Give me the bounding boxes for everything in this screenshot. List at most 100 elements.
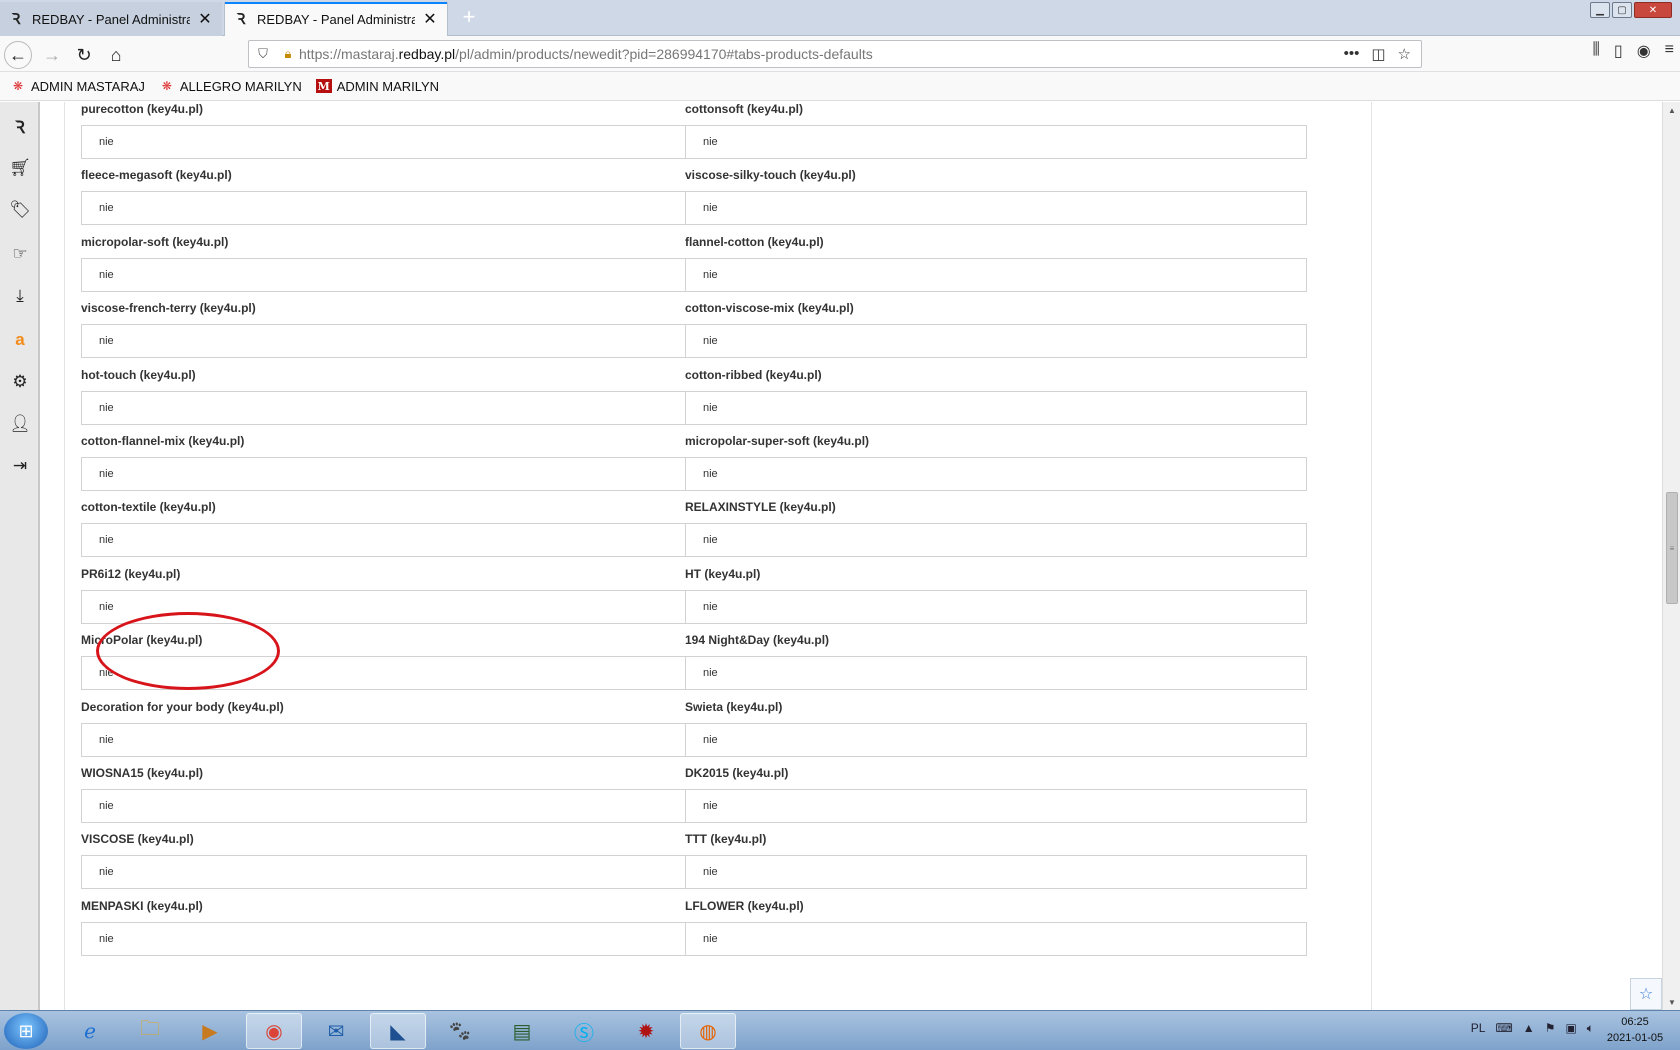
tab-redbay-1[interactable]: Ꝛ REDBAY - Panel Administracyjny ✕ xyxy=(0,2,222,36)
tab-title: REDBAY - Panel Administracyjny xyxy=(257,11,415,27)
close-icon[interactable]: ✕ xyxy=(196,10,214,28)
field-select[interactable]: nie xyxy=(685,125,1307,159)
attribute-field: viscose-silky-touch (key4u.pl) nie xyxy=(685,168,1307,225)
menu-icon[interactable]: ≡ xyxy=(1665,41,1674,61)
tray-arrow-icon[interactable]: ▲ xyxy=(1523,1021,1535,1036)
tags-icon[interactable]: 🏷︎ xyxy=(8,198,32,222)
bookmark-admin-mastaraj[interactable]: ❋ ADMIN MASTARAJ xyxy=(10,79,145,94)
attribute-field: hot-touch (key4u.pl) nie xyxy=(81,368,703,425)
library-icon[interactable]: ⫼ xyxy=(1593,41,1600,61)
field-select[interactable]: nie xyxy=(685,191,1307,225)
sign-out-icon[interactable]: ⇥ xyxy=(8,454,32,478)
field-select[interactable]: nie xyxy=(81,191,703,225)
clock[interactable]: 06:25 2021-01-05 xyxy=(1600,1014,1670,1046)
scroll-thumb[interactable]: ≡ xyxy=(1666,492,1678,604)
field-select[interactable]: nie xyxy=(81,922,703,956)
volume-icon[interactable]: 🔈︎ xyxy=(1587,1021,1594,1036)
account-icon[interactable]: ◉ xyxy=(1637,41,1651,61)
chrome-icon[interactable]: ◉ xyxy=(246,1013,302,1049)
keyboard-icon[interactable]: ⌨ xyxy=(1495,1021,1512,1036)
field-select[interactable]: nie xyxy=(685,457,1307,491)
window-close-icon[interactable]: ✕ xyxy=(1634,2,1672,18)
field-select[interactable]: nie xyxy=(685,789,1307,823)
scroll-down-icon[interactable]: ▼ xyxy=(1663,994,1680,1010)
hand-pointer-icon[interactable]: ☞ xyxy=(8,242,32,266)
attribute-field: viscose-french-terry (key4u.pl) nie xyxy=(81,301,703,358)
field-label: fleece-megasoft (key4u.pl) xyxy=(81,168,232,182)
floating-star-icon[interactable]: ☆ xyxy=(1630,978,1662,1010)
main-content: purecotton (key4u.pl) nie fleece-megasoft … xyxy=(40,102,1662,1010)
gear-icon[interactable]: ⚙ xyxy=(8,370,32,394)
close-icon[interactable]: ✕ xyxy=(421,10,439,28)
attribute-field: WIOSNA15 (key4u.pl) nie xyxy=(81,766,703,823)
attribute-field: cotton-ribbed (key4u.pl) nie xyxy=(685,368,1307,425)
field-select[interactable]: nie xyxy=(81,125,703,159)
field-select[interactable]: nie xyxy=(685,391,1307,425)
amazon-icon[interactable]: a xyxy=(8,328,32,352)
field-select[interactable]: nie xyxy=(81,789,703,823)
folder-icon[interactable]: 🗀 xyxy=(122,1013,178,1049)
skype-icon[interactable]: Ⓢ xyxy=(556,1013,612,1049)
attribute-field: PR6i12 (key4u.pl) nie xyxy=(81,567,703,624)
field-select[interactable]: nie xyxy=(81,391,703,425)
bookmark-admin-marilyn[interactable]: M ADMIN MARILYN xyxy=(315,79,439,94)
start-button[interactable]: ⊞ xyxy=(4,1013,48,1049)
bookmark-star-icon[interactable]: ☆ xyxy=(1398,45,1411,63)
forward-icon[interactable]: → xyxy=(38,41,66,69)
internet-explorer-icon[interactable]: ℯ xyxy=(62,1013,118,1049)
field-select[interactable]: nie xyxy=(685,656,1307,690)
game-icon[interactable]: ✹ xyxy=(618,1013,674,1049)
network-icon[interactable]: ▣ xyxy=(1565,1021,1576,1036)
media-player-icon[interactable]: ▶ xyxy=(182,1013,238,1049)
attribute-field: fleece-megasoft (key4u.pl) nie xyxy=(81,168,703,225)
lock-icon[interactable]: 🔒︎ xyxy=(277,46,299,62)
field-label: viscose-silky-touch (key4u.pl) xyxy=(685,168,856,182)
field-select[interactable]: nie xyxy=(81,258,703,292)
maximize-icon[interactable]: ▢ xyxy=(1612,2,1632,18)
reload-icon[interactable]: ↻ xyxy=(70,41,98,69)
cart-icon[interactable]: 🛒︎ xyxy=(8,156,32,180)
shield-icon[interactable]: ⛉ xyxy=(249,46,277,62)
field-select[interactable]: nie xyxy=(685,723,1307,757)
field-select[interactable]: nie xyxy=(685,855,1307,889)
bookmark-allegro-marilyn[interactable]: ❋ ALLEGRO MARILYN xyxy=(159,79,302,94)
field-select[interactable]: nie xyxy=(685,590,1307,624)
scroll-up-icon[interactable]: ▲ xyxy=(1663,102,1680,118)
thunderbird-icon[interactable]: ✉ xyxy=(308,1013,364,1049)
field-select[interactable]: nie xyxy=(81,723,703,757)
firefox-icon[interactable]: ◍ xyxy=(680,1013,736,1049)
field-select[interactable]: nie xyxy=(81,324,703,358)
url-bar[interactable]: ⛉ 🔒︎ https://mastaraj. redbay.pl/pl/admin… xyxy=(248,40,1422,68)
field-select[interactable]: nie xyxy=(81,457,703,491)
page-scrollbar[interactable]: ▲ ≡ ▼ xyxy=(1662,102,1680,1010)
document-viewer-icon[interactable]: ▤ xyxy=(494,1013,550,1049)
app-icon[interactable]: ◣ xyxy=(370,1013,426,1049)
home-icon[interactable]: ⌂ xyxy=(102,41,130,69)
back-icon[interactable]: ← xyxy=(4,41,32,69)
page-actions-icon[interactable]: ••• xyxy=(1344,45,1360,63)
field-select[interactable]: nie xyxy=(81,590,703,624)
attribute-field: Swieta (key4u.pl) nie xyxy=(685,700,1307,757)
language-indicator[interactable]: PL xyxy=(1471,1021,1486,1036)
field-select[interactable]: nie xyxy=(685,258,1307,292)
url-prefix: https://mastaraj. xyxy=(299,46,399,62)
tab-redbay-2[interactable]: Ꝛ REDBAY - Panel Administracyjny ✕ xyxy=(224,2,448,36)
new-tab-icon[interactable]: + xyxy=(454,2,484,32)
pocket-icon[interactable]: ◫ xyxy=(1371,45,1385,63)
minimize-icon[interactable]: ▁ xyxy=(1590,2,1610,18)
field-label: MicroPolar (key4u.pl) xyxy=(81,633,203,647)
attribute-field: cotton-flannel-mix (key4u.pl) nie xyxy=(81,434,703,491)
redbay-logo-icon[interactable]: Ꝛ xyxy=(8,114,32,138)
action-center-icon[interactable]: ⚑ xyxy=(1545,1021,1556,1036)
sidebar-toggle-icon[interactable]: ▯ xyxy=(1614,41,1623,61)
field-select[interactable]: nie xyxy=(81,855,703,889)
gimp-icon[interactable]: 🐾︎ xyxy=(432,1013,488,1049)
field-select[interactable]: nie xyxy=(685,922,1307,956)
field-select[interactable]: nie xyxy=(685,523,1307,557)
download-icon[interactable]: ⤓ xyxy=(8,284,32,308)
field-select[interactable]: nie xyxy=(81,523,703,557)
field-select[interactable]: nie xyxy=(81,656,703,690)
field-select[interactable]: nie xyxy=(685,324,1307,358)
user-icon[interactable]: 👤︎ xyxy=(8,412,32,436)
toolbar-right: ⫼ ▯ ◉ ≡ xyxy=(1593,41,1675,61)
